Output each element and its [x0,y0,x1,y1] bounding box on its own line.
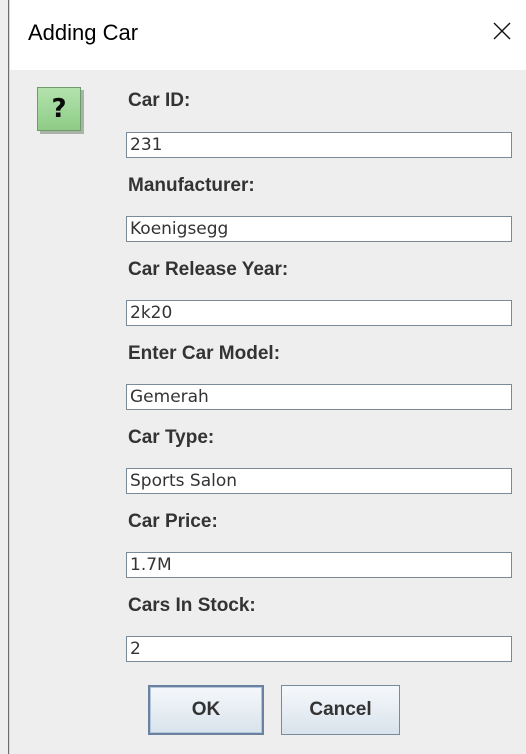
release-year-label: Car Release Year: [128,259,289,280]
release-year-field[interactable] [126,300,512,326]
cars-in-stock-field[interactable] [126,636,512,662]
close-icon [493,22,511,40]
manufacturer-field[interactable] [126,216,512,242]
car-type-label: Car Type: [128,427,215,448]
dialog-title: Adding Car [28,20,139,45]
car-id-field[interactable] [126,132,512,158]
car-price-field[interactable] [126,552,512,578]
question-icon: ? [37,87,81,131]
ok-button-label: OK [191,699,221,720]
manufacturer-label: Manufacturer: [128,175,255,196]
adding-car-dialog: Adding Car ? Car ID: Manufacturer: Car R… [0,0,526,754]
car-model-label: Enter Car Model: [128,343,281,364]
car-type-field[interactable] [126,468,512,494]
ok-button[interactable]: OK [148,685,264,735]
cars-in-stock-label: Cars In Stock: [128,595,256,616]
cancel-button[interactable]: Cancel [281,685,400,735]
car-id-label: Car ID: [128,90,191,111]
background-window-edge [0,0,10,754]
close-button[interactable] [480,8,524,54]
question-glyph: ? [51,94,67,124]
title-bar[interactable]: Adding Car [10,0,526,70]
car-model-field[interactable] [126,384,512,410]
car-price-label: Car Price: [128,511,218,532]
cancel-button-label: Cancel [309,699,372,720]
dialog-content: ? Car ID: Manufacturer: Car Release Year… [10,70,526,754]
